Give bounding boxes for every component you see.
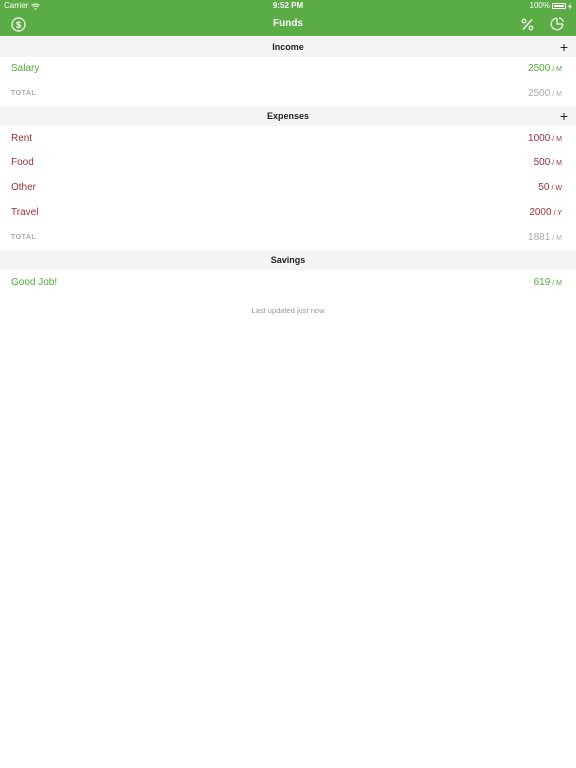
- expense-item-value: 500/ M: [534, 150, 562, 176]
- income-total-value: 2500/ M: [528, 81, 562, 107]
- page-title: Funds: [273, 18, 303, 29]
- income-section-header: Income +: [0, 37, 576, 57]
- percent-icon: [521, 18, 533, 30]
- status-time: 9:52 PM: [272, 1, 304, 10]
- expenses-section-header: Expenses +: [0, 106, 576, 126]
- expenses-total-unit: / M: [552, 235, 562, 242]
- expenses-total-label: TOTAL: [11, 234, 37, 241]
- expenses-header-label: Expenses: [266, 111, 310, 121]
- status-bar: Carrier 9:52 PM 100%: [0, 0, 576, 12]
- savings-value: 619/ M: [534, 270, 562, 296]
- percent-button[interactable]: [519, 16, 535, 32]
- expense-item-amount: 500: [533, 157, 551, 168]
- expense-row-travel[interactable]: Travel 2000/ Y: [0, 200, 576, 225]
- income-total-row: TOTAL 2500/ M: [0, 81, 576, 106]
- expense-row-food[interactable]: Food 500/ M: [0, 150, 576, 175]
- income-header-label: Income: [272, 42, 304, 52]
- income-item-amount: 2500: [528, 63, 551, 74]
- expense-row-rent[interactable]: Rent 1000/ M: [0, 126, 576, 151]
- income-total-unit: / M: [552, 91, 562, 98]
- income-total-amount: 2500: [528, 88, 551, 99]
- income-item-label: Salary: [11, 63, 40, 74]
- expense-item-label: Travel: [11, 207, 39, 218]
- expenses-total-row: TOTAL 1881/ M: [0, 225, 576, 250]
- savings-row[interactable]: Good Job! 619/ M: [0, 270, 576, 295]
- battery-icon: [552, 3, 566, 9]
- expense-item-unit: / M: [552, 136, 562, 143]
- chart-button[interactable]: [549, 16, 565, 32]
- income-total-label: TOTAL: [11, 90, 37, 97]
- battery-percent: 100%: [529, 1, 550, 10]
- navigation-bar: $ Funds: [0, 12, 576, 36]
- savings-label: Good Job!: [11, 277, 58, 288]
- expense-item-amount: 2000: [529, 207, 552, 218]
- income-item-value: 2500/ M: [528, 56, 562, 82]
- expenses-total-value: 1881/ M: [528, 225, 562, 251]
- add-income-button[interactable]: +: [560, 37, 568, 57]
- last-updated-text: Last updated just now: [251, 306, 325, 315]
- savings-amount: 619: [533, 277, 551, 288]
- add-expense-button[interactable]: +: [560, 106, 568, 126]
- pie-chart-icon: [550, 17, 564, 31]
- savings-header-label: Savings: [270, 255, 306, 265]
- expense-item-label: Food: [11, 157, 34, 168]
- expense-item-amount: 50: [538, 182, 550, 193]
- expense-item-label: Rent: [11, 133, 33, 144]
- expense-row-other[interactable]: Other 50/ W: [0, 175, 576, 200]
- expense-item-amount: 1000: [528, 133, 551, 144]
- income-row-salary[interactable]: Salary 2500/ M: [0, 56, 576, 81]
- expense-item-value: 2000/ Y: [529, 200, 562, 226]
- expense-item-unit: / Y: [553, 210, 562, 217]
- expense-item-unit: / M: [552, 160, 562, 167]
- expenses-total-amount: 1881: [528, 232, 551, 243]
- expense-item-value: 50/ W: [538, 175, 562, 201]
- expense-item-value: 1000/ M: [528, 126, 562, 152]
- savings-unit: / M: [552, 280, 562, 287]
- income-item-unit: / M: [552, 66, 562, 73]
- charging-icon: [568, 2, 572, 10]
- expense-item-unit: / W: [551, 185, 563, 192]
- savings-section-header: Savings: [0, 250, 576, 270]
- expense-item-label: Other: [11, 182, 37, 193]
- battery-info: 100%: [530, 0, 572, 12]
